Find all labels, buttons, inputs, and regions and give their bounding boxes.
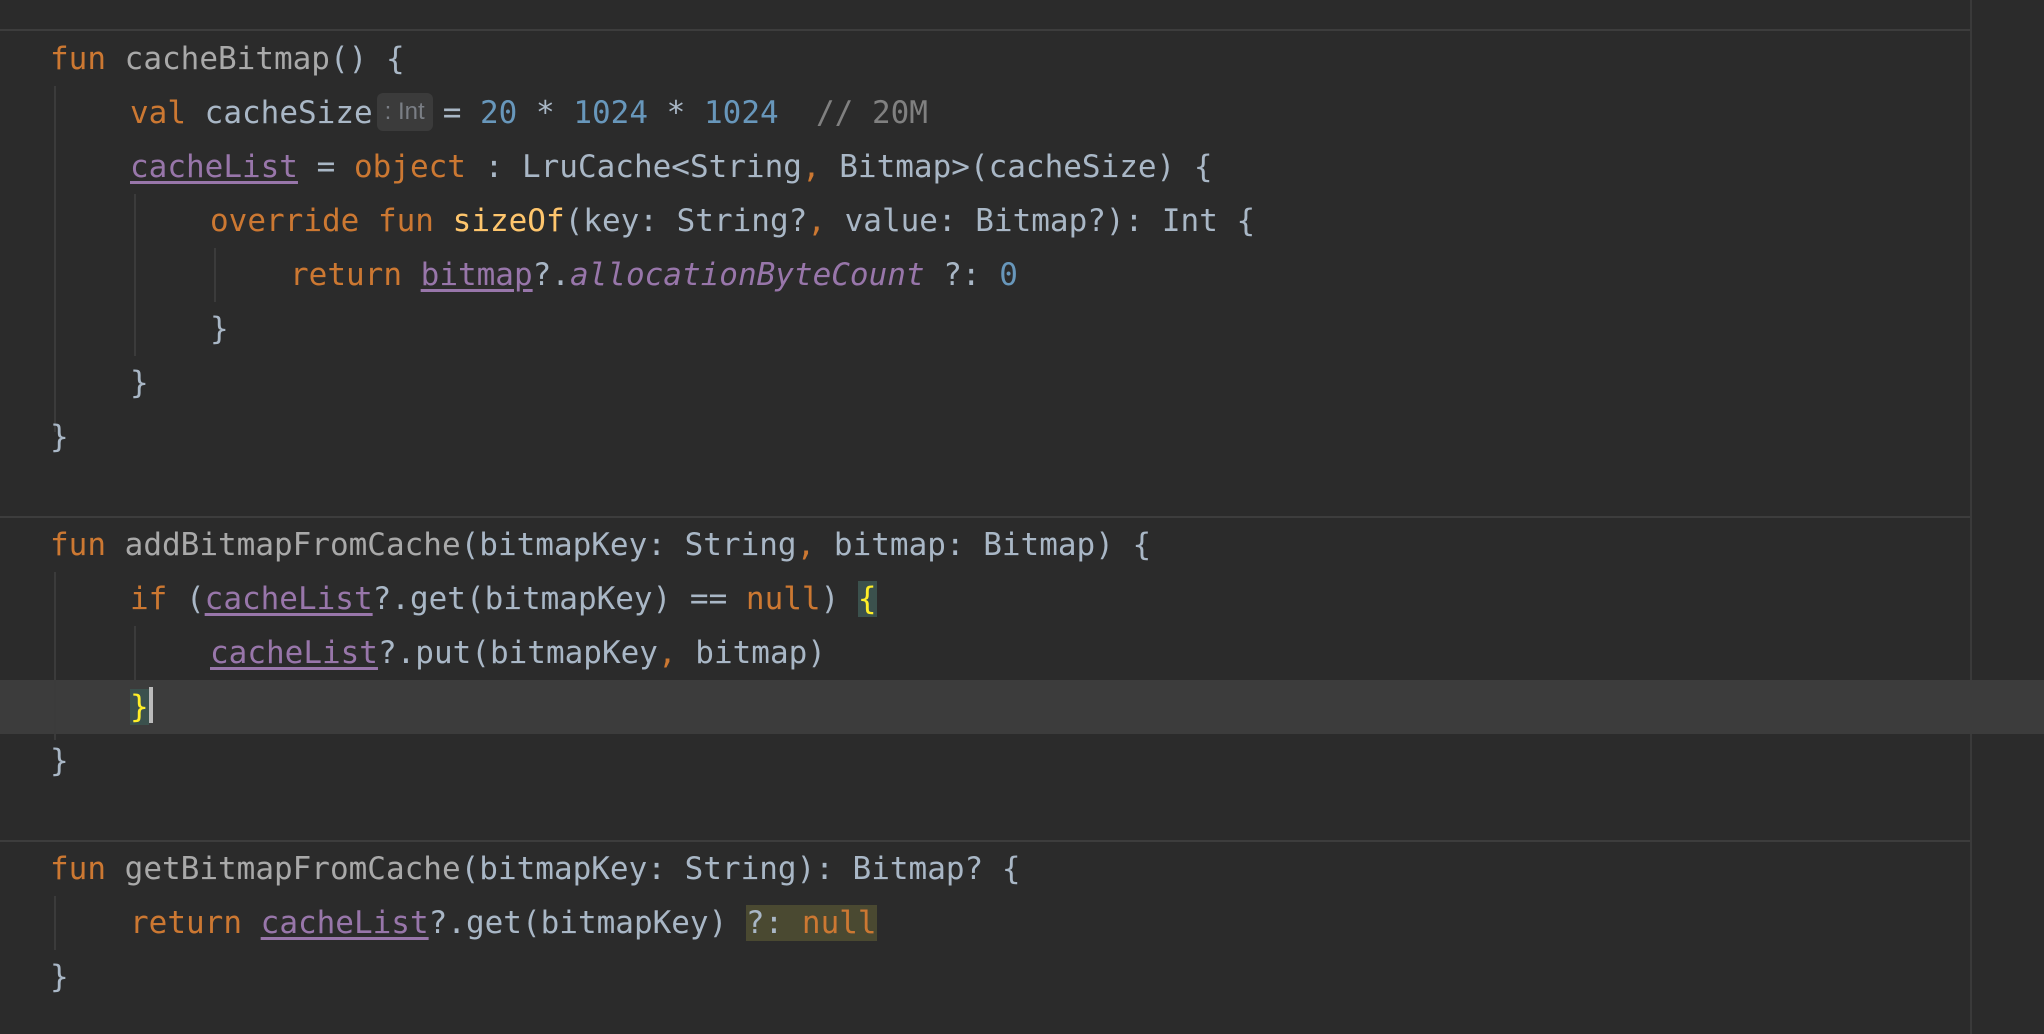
function-name: addBitmapFromCache bbox=[124, 527, 461, 563]
operator: * bbox=[517, 95, 574, 131]
number-literal: 1024 bbox=[573, 95, 648, 131]
indent-guide bbox=[134, 194, 136, 356]
code-line[interactable]: } bbox=[50, 410, 69, 464]
code-text: : bbox=[465, 149, 522, 185]
code-line-current[interactable]: } bbox=[130, 680, 153, 734]
closing-brace: } bbox=[50, 743, 69, 779]
comma: , bbox=[796, 527, 816, 563]
code-text: ?.put(bitmapKey bbox=[377, 635, 658, 671]
function-name: getBitmapFromCache bbox=[124, 851, 461, 887]
elvis-operator: ?: bbox=[745, 905, 802, 941]
keyword: override bbox=[210, 203, 360, 239]
code-line[interactable]: return cacheList?.get(bitmapKey) ?: null bbox=[130, 896, 877, 950]
function-name: sizeOf bbox=[452, 203, 565, 239]
matched-brace: } bbox=[130, 689, 149, 725]
text-caret bbox=[148, 687, 153, 723]
indent-guide bbox=[134, 626, 136, 680]
code-text: (bitmapKey: String bbox=[460, 527, 797, 563]
closing-brace: } bbox=[130, 365, 149, 401]
code-text: () { bbox=[329, 41, 405, 77]
code-line[interactable]: cacheList = object : LruCache<String, Bi… bbox=[130, 140, 1213, 194]
property-reference[interactable]: cacheList bbox=[261, 905, 429, 941]
number-literal: 0 bbox=[999, 257, 1018, 293]
property-reference[interactable]: cacheList bbox=[130, 149, 298, 185]
code-text: ?.get(bitmapKey) == bbox=[372, 581, 746, 617]
code-line[interactable]: override fun sizeOf(key: String?, value:… bbox=[210, 194, 1255, 248]
indent-guide bbox=[54, 896, 56, 950]
method-separator bbox=[0, 29, 1970, 31]
code-text: (key: String? bbox=[564, 203, 808, 239]
operator: * bbox=[648, 95, 704, 131]
code-text: Bitmap>(cacheSize) { bbox=[820, 149, 1213, 185]
keyword: fun bbox=[377, 203, 434, 239]
code-line[interactable]: fun addBitmapFromCache(bitmapKey: String… bbox=[50, 518, 1151, 572]
keyword: return bbox=[130, 905, 242, 941]
type-inlay-hint: : Int bbox=[376, 93, 433, 131]
keyword: null bbox=[801, 905, 877, 941]
keyword: null bbox=[745, 581, 821, 617]
code-text: ( bbox=[167, 581, 205, 617]
comma: , bbox=[657, 635, 677, 671]
code-text: (bitmapKey: String): Bitmap? { bbox=[460, 851, 1021, 887]
indent-guide bbox=[54, 86, 56, 432]
matched-brace: { bbox=[857, 581, 877, 617]
right-margin-guide bbox=[1970, 0, 1972, 1034]
code-text: ) bbox=[820, 581, 858, 617]
number-literal: 20 bbox=[480, 95, 518, 131]
code-text: = bbox=[297, 149, 354, 185]
keyword: fun bbox=[50, 41, 106, 77]
code-line[interactable]: } bbox=[50, 734, 69, 788]
code-text: ?. bbox=[532, 257, 570, 293]
keyword: val bbox=[130, 95, 186, 131]
code-editor[interactable]: fun cacheBitmap() { val cacheSize: Int = … bbox=[0, 0, 2044, 1034]
code-text: bitmap: Bitmap) { bbox=[815, 527, 1152, 563]
code-line[interactable]: val cacheSize: Int = 20 * 1024 * 1024 // … bbox=[130, 86, 928, 140]
code-text: LruCache<String bbox=[521, 149, 802, 185]
keyword: fun bbox=[50, 851, 106, 887]
property-reference[interactable]: bitmap bbox=[421, 257, 533, 293]
code-text: ?: bbox=[924, 257, 1000, 293]
keyword: if bbox=[130, 581, 168, 617]
code-line[interactable]: return bitmap?.allocationByteCount ?: 0 bbox=[290, 248, 1018, 302]
current-line-highlight bbox=[0, 680, 2044, 734]
code-line[interactable]: cacheList?.put(bitmapKey, bitmap) bbox=[210, 626, 826, 680]
elvis-highlight[interactable]: ?: null bbox=[745, 905, 877, 941]
property-reference[interactable]: cacheList bbox=[205, 581, 373, 617]
number-literal: 1024 bbox=[704, 95, 779, 131]
code-text: value: Bitmap?): Int { bbox=[825, 203, 1256, 239]
function-name: cacheBitmap bbox=[124, 41, 330, 77]
field-reference[interactable]: allocationByteCount bbox=[570, 257, 925, 293]
closing-brace: } bbox=[210, 311, 229, 347]
variable-name: cacheSize bbox=[204, 95, 373, 131]
code-text: ?.get(bitmapKey) bbox=[428, 905, 746, 941]
closing-brace: } bbox=[50, 959, 69, 995]
code-line[interactable]: fun cacheBitmap() { bbox=[50, 32, 405, 86]
comma: , bbox=[807, 203, 826, 239]
keyword: fun bbox=[50, 527, 106, 563]
code-line[interactable]: } bbox=[210, 302, 229, 356]
code-line[interactable]: fun getBitmapFromCache(bitmapKey: String… bbox=[50, 842, 1021, 896]
keyword: object bbox=[353, 149, 466, 185]
comma: , bbox=[801, 149, 821, 185]
indent-guide bbox=[54, 572, 56, 740]
code-line[interactable]: if (cacheList?.get(bitmapKey) == null) { bbox=[130, 572, 877, 626]
comment: // 20M bbox=[778, 95, 928, 131]
indent-guide bbox=[214, 248, 216, 302]
keyword: return bbox=[290, 257, 402, 293]
property-reference[interactable]: cacheList bbox=[210, 635, 378, 671]
code-line[interactable]: } bbox=[130, 356, 149, 410]
code-text: = bbox=[442, 95, 481, 131]
code-text: bitmap) bbox=[676, 635, 826, 671]
code-line[interactable]: } bbox=[50, 950, 69, 1004]
closing-brace: } bbox=[50, 419, 69, 455]
